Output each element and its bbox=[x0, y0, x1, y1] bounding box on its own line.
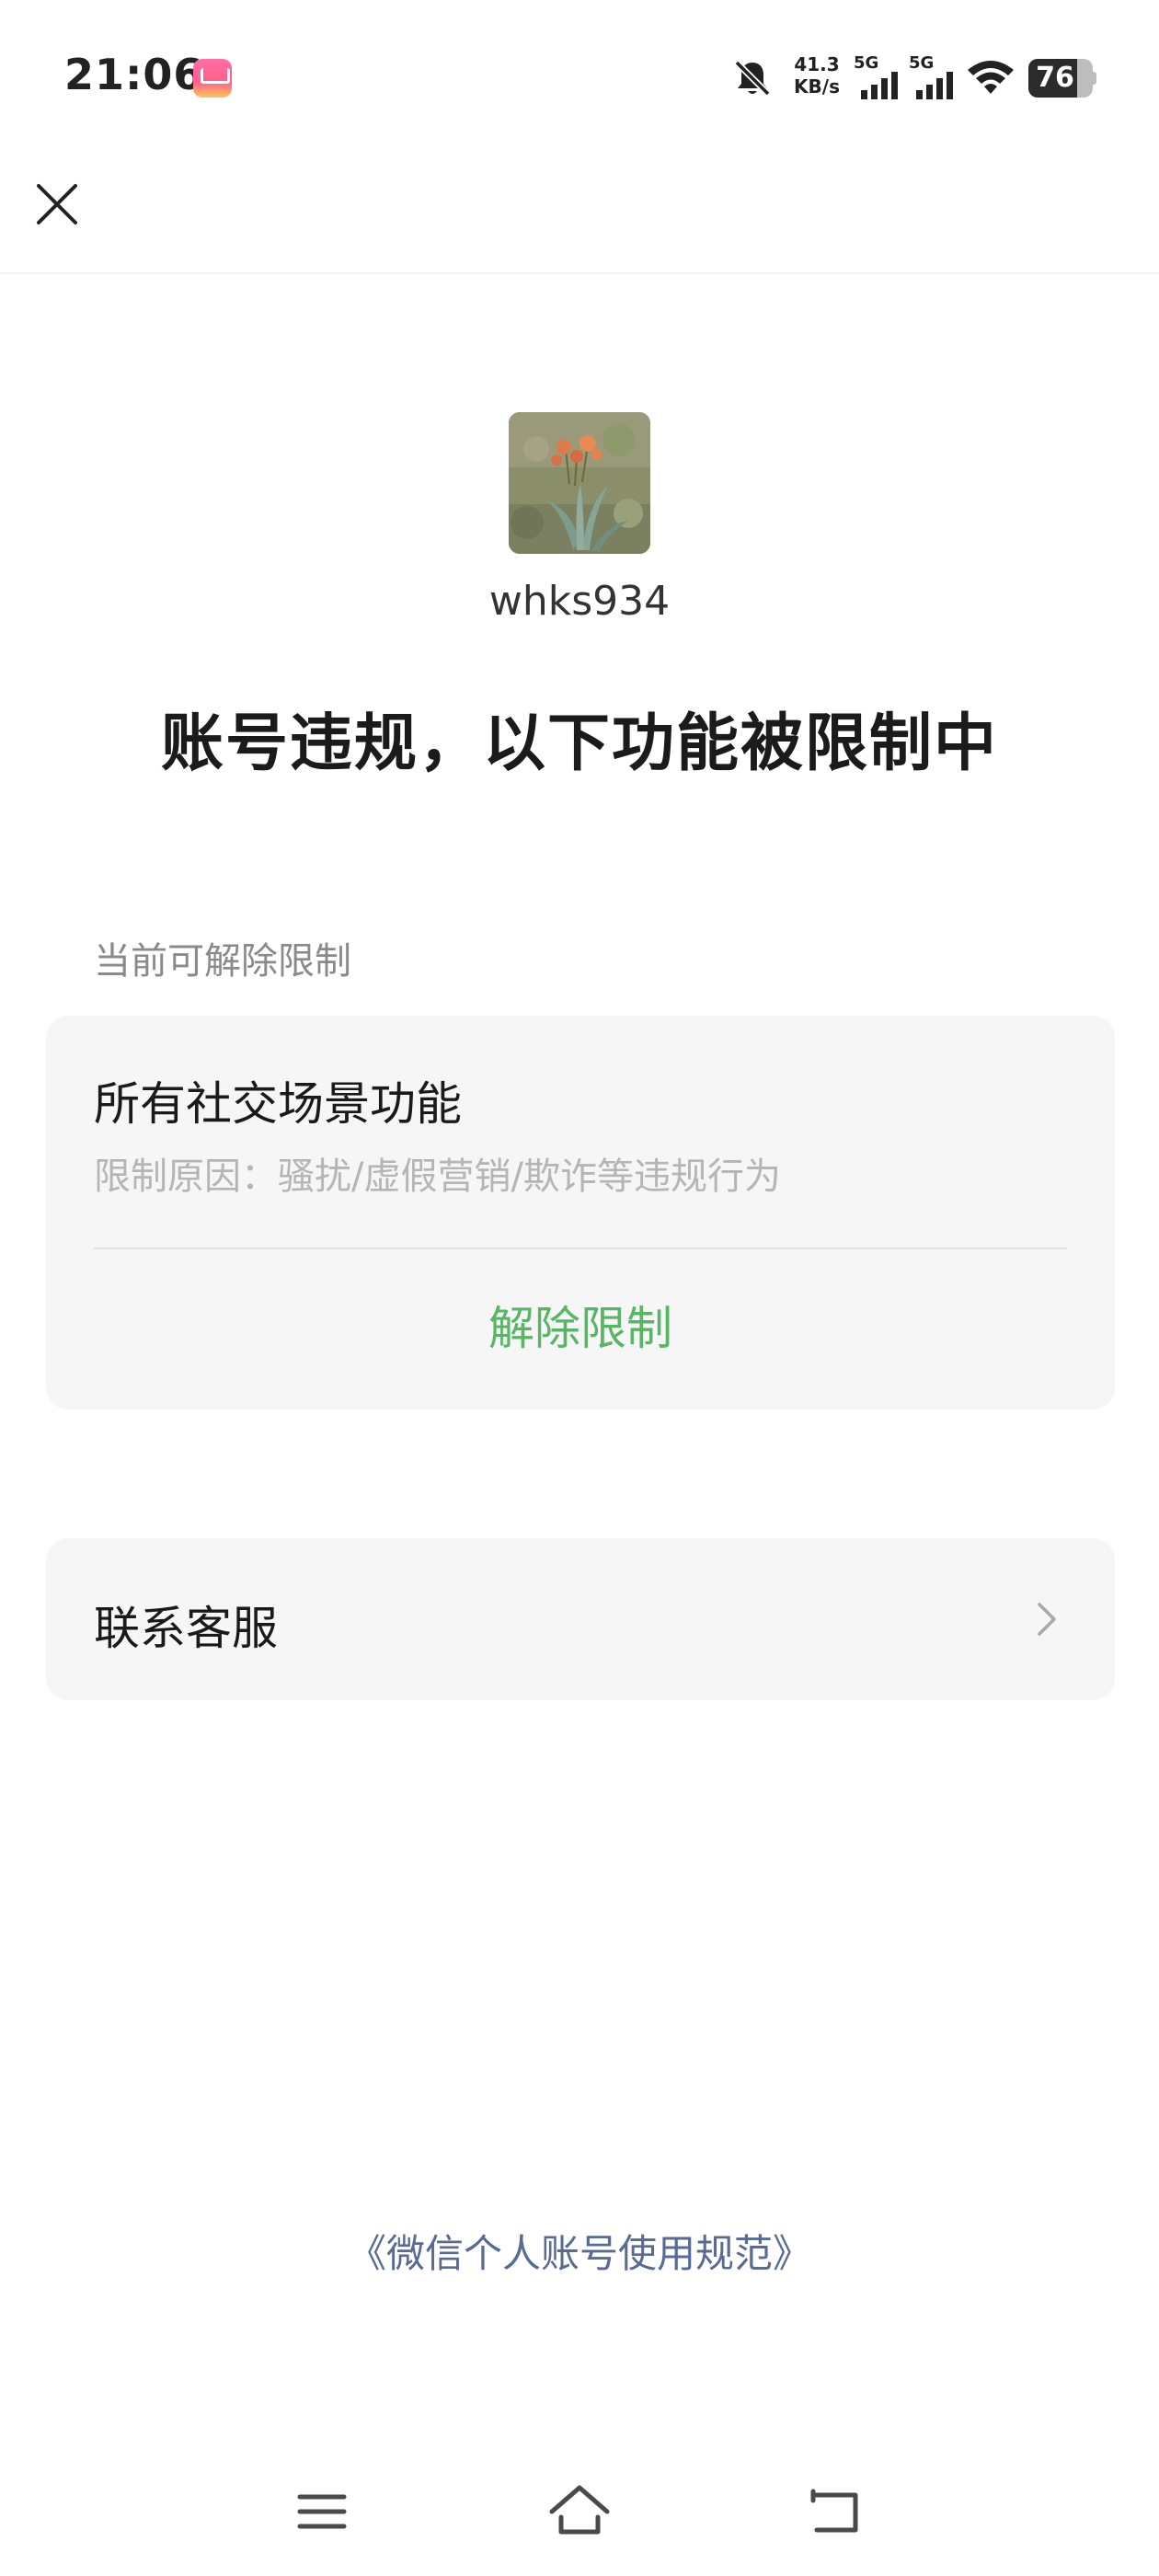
nav-divider bbox=[0, 272, 1159, 274]
network-speed: 41.3 KB/s bbox=[789, 53, 844, 98]
page-title: 账号违规，以下功能被限制中 bbox=[160, 707, 998, 780]
bell-off-icon bbox=[734, 60, 771, 97]
home-icon[interactable] bbox=[543, 2475, 616, 2548]
contact-support-row[interactable]: 联系客服 bbox=[46, 1538, 1115, 1700]
lift-restriction-button[interactable]: 解除限制 bbox=[46, 1292, 1115, 1358]
username: whks934 bbox=[488, 578, 671, 625]
wifi-icon bbox=[968, 61, 1014, 94]
close-icon[interactable] bbox=[28, 175, 86, 234]
status-time: 21:06 bbox=[64, 50, 204, 99]
menu-icon[interactable] bbox=[285, 2475, 359, 2548]
signal-icon-2: 5G bbox=[909, 53, 960, 99]
restriction-reason: 限制原因：骚扰/虚假营销/欺诈等违规行为 bbox=[94, 1156, 781, 1198]
status-bar: 21:06 41.3 KB/s 5G 5G 76 bbox=[0, 0, 1159, 156]
battery-icon: 76 bbox=[1028, 59, 1096, 98]
sim1-label: 5G bbox=[854, 53, 879, 73]
chevron-right-icon bbox=[1038, 1603, 1056, 1636]
restricted-feature-title: 所有社交场景功能 bbox=[94, 1077, 462, 1131]
back-icon[interactable] bbox=[800, 2475, 874, 2548]
section-label: 当前可解除限制 bbox=[94, 940, 351, 983]
network-speed-value: 41.3 bbox=[794, 53, 840, 75]
restriction-card: 所有社交场景功能 限制原因：骚扰/虚假营销/欺诈等违规行为 解除限制 bbox=[46, 1016, 1115, 1409]
sim2-label: 5G bbox=[909, 53, 935, 73]
card-divider bbox=[94, 1248, 1067, 1249]
battery-level: 76 bbox=[1036, 62, 1074, 94]
avatar bbox=[509, 412, 650, 554]
signal-icon: 5G bbox=[854, 53, 905, 99]
contact-support-label: 联系客服 bbox=[94, 1602, 278, 1655]
policy-link[interactable]: 《微信个人账号使用规范》 bbox=[0, 2223, 1159, 2279]
app-badge-icon bbox=[193, 59, 232, 98]
network-speed-unit: KB/s bbox=[794, 75, 840, 98]
